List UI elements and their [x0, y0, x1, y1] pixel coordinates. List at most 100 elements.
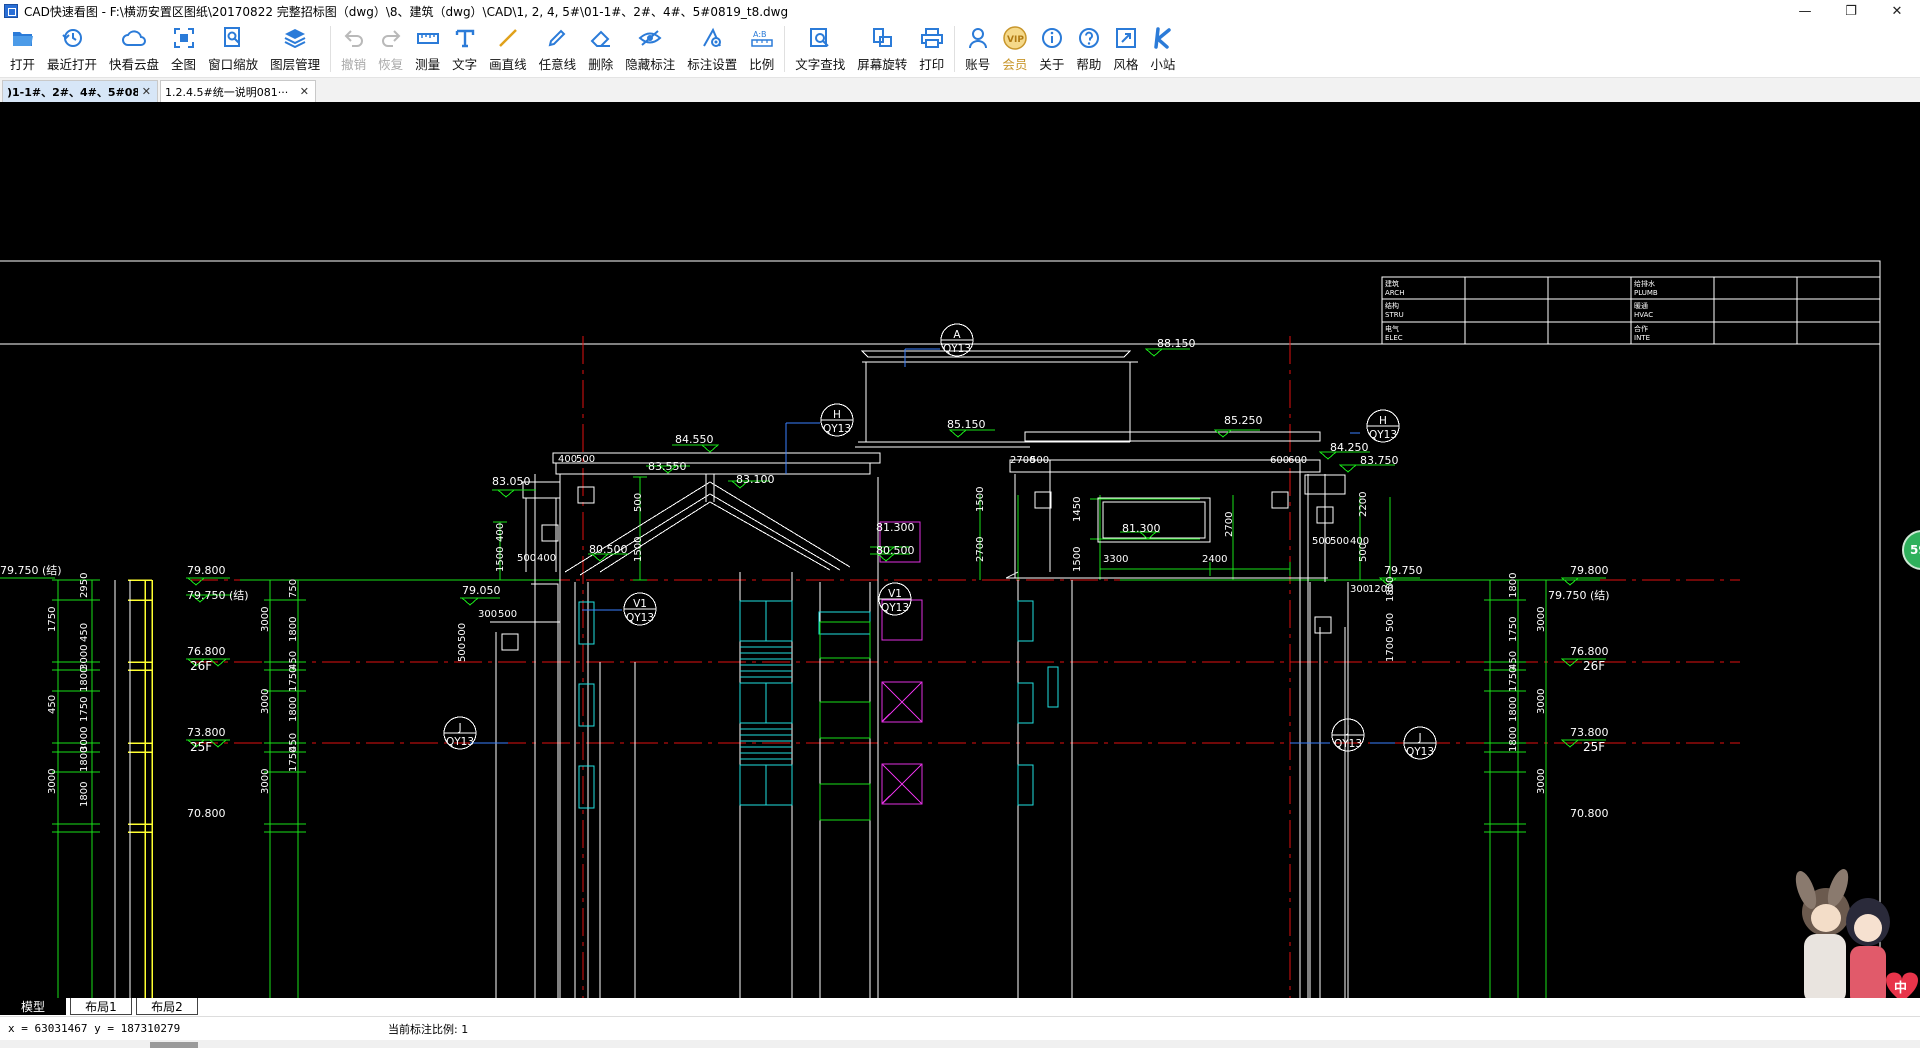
delete-button[interactable]: 删除	[582, 22, 619, 74]
cad-drawing: 建筑 ARCH 结构 STRU 电气 ELEC 给排水 PLUMB 暖通 HVA…	[0, 260, 1881, 998]
freehand-line-button[interactable]: 任意线	[533, 22, 583, 74]
window-zoom-button[interactable]: 窗口缩放	[202, 22, 264, 74]
dimension-value: 3000	[1536, 607, 1547, 632]
draw-line-label: 画直线	[489, 57, 527, 72]
elevation-label: 76.800	[1570, 645, 1609, 658]
elevation-label: 80.500	[876, 544, 915, 557]
windows	[578, 600, 1059, 809]
delete-label: 删除	[588, 57, 614, 72]
tab-document-2[interactable]: 1.2.4.5#统一说明081··· ✕	[160, 80, 316, 102]
print-button[interactable]: 打印	[913, 22, 950, 74]
tab-document-1-label: )1-1#、2#、4#、5#08·	[7, 85, 138, 99]
elevation-label: 70.800	[1570, 807, 1609, 820]
maximize-button[interactable]: ❐	[1828, 0, 1874, 22]
open-label: 打开	[10, 57, 36, 72]
dimension-value: 1800	[1508, 573, 1519, 598]
tab-document-1[interactable]: )1-1#、2#、4#、5#08· ✕	[2, 80, 158, 102]
tab-model[interactable]: 模型	[0, 998, 66, 1015]
zoom-window-icon	[221, 26, 245, 50]
draw-line-button[interactable]: 画直线	[483, 22, 533, 74]
style-button[interactable]: 风格	[1107, 22, 1144, 74]
layer-manager-button[interactable]: 图层管理	[264, 22, 326, 74]
magenta-frames	[879, 521, 923, 805]
tab-layout-2[interactable]: 布局2	[136, 998, 198, 1015]
callout-letter: H	[1379, 415, 1387, 427]
floor-label: 25F	[1583, 740, 1605, 754]
annotation-settings-label: 标注设置	[687, 57, 738, 72]
hide-annotation-button[interactable]: 隐藏标注	[619, 22, 681, 74]
dimension-value: 1800	[79, 667, 90, 692]
style-icon	[1114, 26, 1138, 50]
dimension-value: 450	[79, 623, 90, 642]
dimension-value: 500	[1030, 455, 1049, 466]
dimension-value: 1800	[79, 747, 90, 772]
elevation-label: 83.550	[648, 460, 687, 473]
scroll-thumb[interactable]	[150, 1042, 198, 1048]
annotation-settings-icon	[700, 26, 724, 50]
measure-button[interactable]: 测量	[409, 22, 446, 74]
title-block-cell: 暖通	[1634, 301, 1648, 310]
dimension-value: 1800	[288, 617, 299, 642]
callout-ref: QY13	[1369, 429, 1397, 441]
dimension-value: 1750	[288, 667, 299, 692]
help-button[interactable]: 帮助	[1070, 22, 1107, 74]
vip-button[interactable]: VIP 会员	[996, 22, 1033, 74]
close-window-button[interactable]: ✕	[1874, 0, 1920, 22]
minimize-button[interactable]: —	[1782, 0, 1828, 22]
screen-rotate-button[interactable]: 屏幕旋转	[851, 22, 913, 74]
elevation-label: 80.500	[589, 543, 628, 556]
layer-manager-label: 图层管理	[270, 57, 321, 72]
close-tab-icon[interactable]: ✕	[300, 85, 309, 98]
dimension-value: 500	[457, 623, 468, 642]
tab-layout-1[interactable]: 布局1	[70, 998, 132, 1015]
callout-letter: H	[833, 409, 841, 421]
text-icon	[453, 26, 477, 50]
callout-letter: V1	[888, 588, 902, 600]
scale-button[interactable]: A:B 比例	[743, 22, 780, 74]
elevation-label: 83.100	[736, 473, 775, 486]
undo-icon	[342, 26, 366, 50]
layers-icon	[283, 26, 307, 50]
full-view-label: 全图	[171, 57, 197, 72]
cloud-drive-button[interactable]: 快看云盘	[103, 22, 165, 74]
dimension-value: 3000	[260, 689, 271, 714]
dimension-value: 500	[576, 454, 595, 465]
floor-label: 25F	[190, 740, 212, 754]
cad-viewer-app: CAD快速看图 - F:\横沥安置区图纸\20170822 完整招标图（dwg）…	[0, 0, 1920, 1048]
dimension-value: 1800	[79, 782, 90, 807]
dimension-value: 1500	[633, 537, 644, 562]
recent-open-button[interactable]: 最近打开	[41, 22, 103, 74]
dimension-value: 1750	[1508, 667, 1519, 692]
title-block	[1381, 276, 1881, 345]
close-tab-icon[interactable]: ✕	[142, 85, 151, 98]
drawing-canvas[interactable]: 建筑 ARCH 结构 STRU 电气 ELEC 给排水 PLUMB 暖通 HVA…	[0, 102, 1920, 998]
floor-label: 26F	[190, 659, 212, 673]
account-button[interactable]: 账号	[959, 22, 996, 74]
text-button[interactable]: 文字	[446, 22, 483, 74]
annotation-scale-status: 当前标注比例: 1	[388, 1022, 469, 1036]
mascot-badge: 中	[1894, 980, 1907, 996]
help-icon	[1077, 26, 1101, 50]
hide-annotation-label: 隐藏标注	[625, 57, 676, 72]
dimension-value: 3000	[79, 645, 90, 670]
elevation-label: 81.300	[1122, 522, 1161, 535]
help-label: 帮助	[1076, 57, 1102, 72]
elevation-label: 84.250	[1330, 441, 1369, 454]
callout-ref: QY13	[626, 612, 654, 624]
redo-button[interactable]: 恢复	[372, 22, 409, 74]
open-button[interactable]: 打开	[4, 22, 41, 74]
annotation-settings-button[interactable]: 标注设置	[681, 22, 743, 74]
app-logo-icon	[4, 4, 18, 18]
full-view-button[interactable]: 全图	[165, 22, 202, 74]
text-search-button[interactable]: 文字查找	[789, 22, 851, 74]
elevation-label: 84.550	[675, 433, 714, 446]
undo-button[interactable]: 撤销	[335, 22, 372, 74]
document-tabs: )1-1#、2#、4#、5#08· ✕ 1.2.4.5#统一说明081··· ✕	[0, 78, 1920, 102]
mini-site-button[interactable]: 小站	[1144, 22, 1181, 74]
dimension-value: 400	[558, 454, 577, 465]
about-button[interactable]: 关于	[1033, 22, 1070, 74]
dimension-value: 1500	[495, 547, 506, 572]
dimension-value: 500	[457, 643, 468, 662]
history-icon	[60, 26, 84, 50]
dimension-value: 3000	[260, 769, 271, 794]
